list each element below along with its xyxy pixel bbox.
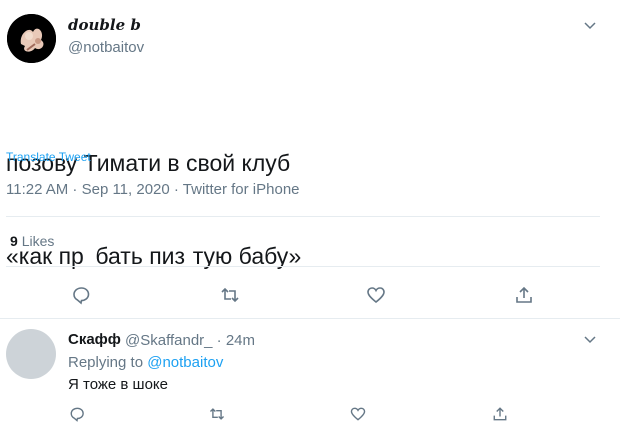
replying-mention-link[interactable]: @notbaitov (147, 354, 223, 371)
avatar-image (7, 14, 56, 63)
like-icon[interactable] (349, 405, 367, 423)
reply-icon[interactable] (70, 284, 92, 306)
replying-prefix: Replying to (68, 354, 144, 371)
like-icon[interactable] (365, 284, 387, 306)
replying-to: Replying to @notbaitov (68, 354, 223, 371)
retweet-icon[interactable] (208, 405, 226, 423)
divider (0, 318, 620, 319)
likes-count[interactable]: 9 Likes (10, 233, 54, 249)
reply-icon[interactable] (68, 405, 86, 423)
avatar[interactable] (6, 329, 56, 379)
share-icon[interactable] (513, 284, 535, 306)
retweet-icon[interactable] (219, 284, 241, 306)
tweet-timestamp[interactable]: 11:22 AM · Sep 11, 2020 · Twitter for iP… (6, 181, 300, 198)
reply-author-handle[interactable]: @Skaffandr_ · 24m (125, 332, 255, 349)
reply-text: Я тоже в шоке (68, 376, 169, 393)
avatar[interactable] (7, 14, 56, 63)
author-handle[interactable]: @notbaitov (68, 39, 144, 56)
author-display-name[interactable]: double b (68, 16, 141, 34)
likes-number: 9 (10, 233, 18, 249)
chevron-down-icon[interactable] (583, 333, 597, 347)
translate-tweet-link[interactable]: Translate Tweet (6, 150, 91, 164)
reply-author-display-name[interactable]: Скафф (68, 331, 121, 348)
chevron-down-icon[interactable] (583, 19, 597, 33)
divider (6, 216, 600, 217)
share-icon[interactable] (491, 405, 509, 423)
divider (6, 266, 600, 267)
likes-label: Likes (21, 233, 55, 249)
